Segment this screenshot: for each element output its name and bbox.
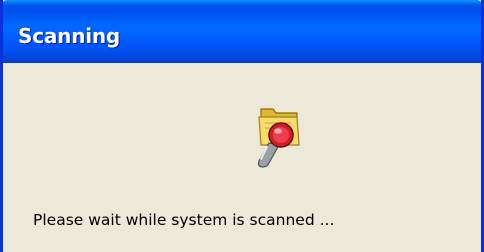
scanning-dialog: Scanning Please wait while system is sca… [0,0,484,252]
dialog-content: Please wait while system is scanned ... [3,63,481,252]
folder-with-magnifier-icon [239,99,303,171]
scan-status-message: Please wait while system is scanned ... [33,211,335,229]
title-bar[interactable]: Scanning [3,0,481,63]
window-title: Scanning [18,24,121,48]
